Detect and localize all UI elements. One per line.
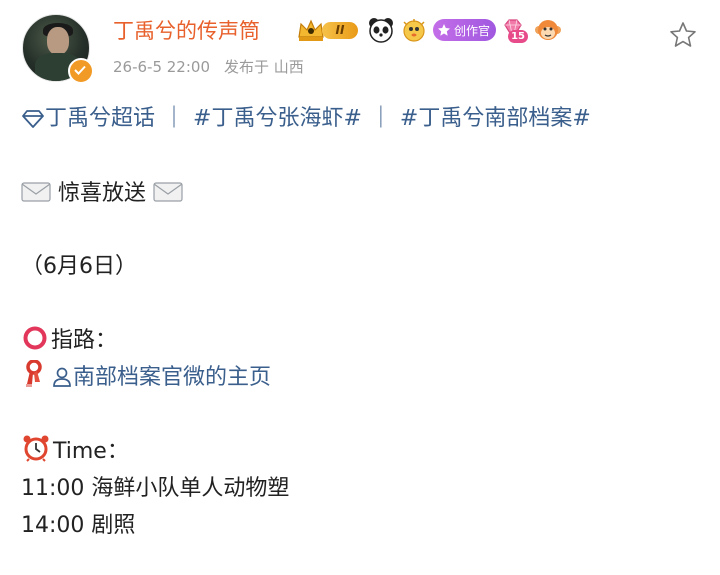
scarf-icon bbox=[26, 360, 42, 387]
envelope-icon bbox=[21, 182, 51, 202]
tag-separator: ｜ bbox=[163, 106, 186, 131]
username[interactable]: 丁禹兮的传声筒 bbox=[113, 17, 260, 45]
date-line: （6月6日） bbox=[21, 254, 137, 279]
user-badges: II 创作官 15 bbox=[296, 15, 562, 45]
schedule-item: 11:00 海鲜小队单人动物塑 bbox=[21, 476, 290, 501]
envelope-icon bbox=[153, 182, 183, 202]
verified-icon bbox=[68, 58, 94, 84]
level-badge[interactable]: 15 bbox=[501, 17, 529, 43]
schedule-item: 14:00 剧照 bbox=[21, 513, 136, 538]
headline-text: 惊喜放送 bbox=[58, 181, 147, 206]
creator-badge[interactable]: 创作官 bbox=[433, 19, 497, 41]
guide-link[interactable]: 南部档案官微的主页 bbox=[51, 365, 271, 390]
red-circle-icon bbox=[23, 326, 47, 350]
tag-separator: ｜ bbox=[369, 106, 392, 131]
tag-line: 丁禹兮超话 ｜ #丁禹兮张海虾# ｜ #丁禹兮南部档案# bbox=[21, 100, 591, 137]
super-topic-label: 丁禹兮超话 bbox=[45, 106, 156, 131]
level-number: 15 bbox=[508, 30, 529, 43]
pufferfish-icon bbox=[403, 19, 425, 42]
diamond-icon bbox=[22, 110, 44, 128]
post-header: 丁禹兮的传声筒 II 创作官 15 26-6-5 22:00 发布于 山西 bbox=[0, 0, 720, 90]
monkey-icon bbox=[535, 20, 562, 40]
user-outline-icon bbox=[53, 367, 71, 387]
alarm-clock-icon bbox=[23, 435, 49, 462]
super-topic-link[interactable]: 丁禹兮超话 bbox=[21, 106, 155, 131]
creator-badge-label: 创作官 bbox=[454, 23, 491, 38]
hashtag-link[interactable]: #丁禹兮张海虾# bbox=[193, 106, 362, 131]
guide-link-line: 南部档案官微的主页 bbox=[21, 359, 271, 396]
time-label: Time： bbox=[53, 439, 129, 464]
post-location: 发布于 山西 bbox=[224, 58, 304, 76]
guide-link-label: 南部档案官微的主页 bbox=[73, 365, 272, 390]
hashtag-link[interactable]: #丁禹兮南部档案# bbox=[400, 106, 591, 131]
creator-icon bbox=[438, 24, 450, 36]
crown-level-label: II bbox=[322, 22, 358, 39]
guide-line: 指路： bbox=[21, 322, 117, 359]
panda-icon bbox=[369, 18, 393, 43]
post-meta: 26-6-5 22:00 发布于 山西 bbox=[113, 56, 304, 77]
headline-line: 惊喜放送 bbox=[21, 175, 183, 212]
time-line: Time： bbox=[21, 433, 129, 470]
star-outline-icon[interactable] bbox=[668, 20, 698, 50]
post-timestamp: 26-6-5 22:00 bbox=[113, 58, 210, 76]
guide-label: 指路： bbox=[51, 328, 118, 353]
vip-crown-badge[interactable]: II bbox=[296, 17, 362, 43]
